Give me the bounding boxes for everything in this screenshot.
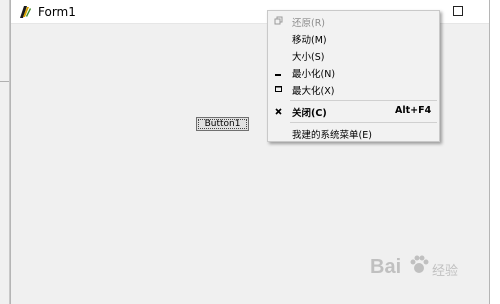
menu-item-size[interactable]: 大小(S): [268, 47, 439, 63]
menu-item-label: 大小(S): [292, 52, 325, 63]
watermark-text: Bai: [370, 256, 402, 278]
menu-item-shortcut: Alt+F4: [395, 105, 432, 116]
menu-item-minimize[interactable]: 最小化(N): [268, 64, 439, 80]
menu-item-label: 还原(R): [292, 18, 326, 29]
menu-item-label: 我建的系统菜单(E): [292, 130, 372, 141]
baidu-jingyan-watermark: Bai 经验: [370, 250, 490, 290]
background-app-strip: [0, 0, 10, 304]
menu-item-maximize[interactable]: 最大化(X): [268, 81, 439, 97]
minimize-icon: [275, 74, 281, 76]
menu-item-custom-system-menu[interactable]: 我建的系统菜单(E): [268, 125, 439, 141]
menu-item-label: 移动(M): [292, 35, 327, 46]
maximize-icon: [275, 86, 282, 92]
window-title: Form1: [38, 5, 76, 19]
paw-icon: [410, 255, 429, 273]
restore-icon: [274, 16, 283, 25]
desktop-edge: [490, 0, 500, 304]
menu-separator: [290, 122, 437, 123]
watermark-suffix: 经验: [432, 264, 459, 279]
menu-item-move[interactable]: 移动(M): [268, 30, 439, 46]
delphi-app-icon[interactable]: [17, 4, 33, 20]
close-icon: [275, 108, 282, 115]
menu-item-close[interactable]: 关闭(C) Alt+F4: [268, 103, 439, 119]
menu-item-label: 关闭(C): [292, 108, 327, 119]
menu-item-restore[interactable]: 还原(R): [268, 13, 439, 29]
menu-item-label: 最大化(X): [292, 86, 335, 97]
system-menu: 还原(R) 移动(M) 大小(S) 最小化(N) 最大化(X) 关闭(C) Al…: [267, 10, 440, 142]
button1[interactable]: Button1: [196, 117, 249, 131]
maximize-icon: [453, 6, 463, 16]
maximize-button[interactable]: [445, 0, 471, 24]
background-divider: [0, 81, 9, 82]
menu-item-label: 最小化(N): [292, 69, 336, 80]
menu-separator: [290, 100, 437, 101]
